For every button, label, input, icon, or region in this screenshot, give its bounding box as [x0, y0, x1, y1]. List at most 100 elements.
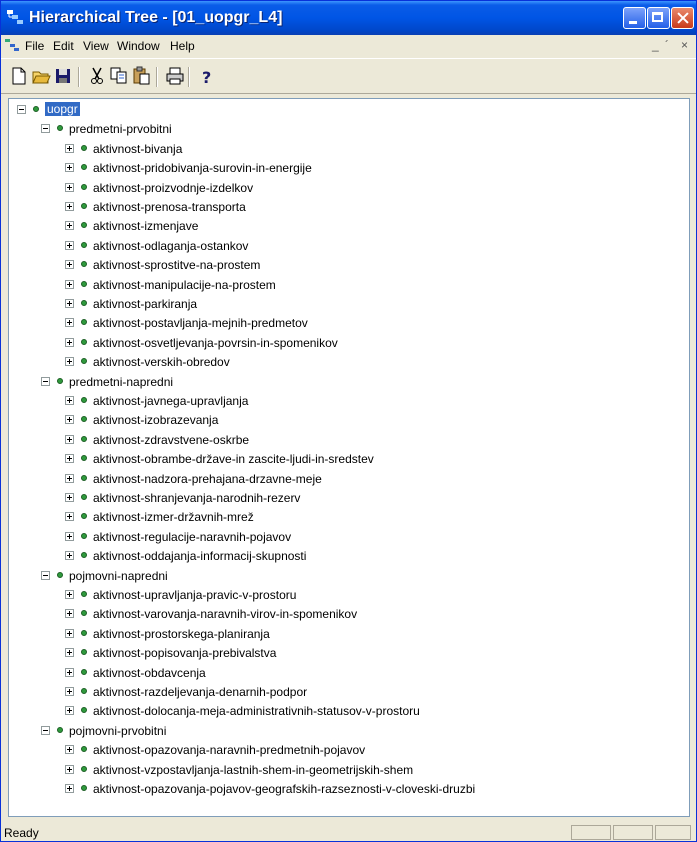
expand-icon[interactable] — [65, 299, 74, 308]
expand-icon[interactable] — [65, 221, 74, 231]
collapse-icon[interactable] — [41, 376, 50, 386]
expand-icon[interactable] — [65, 163, 74, 173]
node-label[interactable]: aktivnost-varovanja-naravnih-virov-in-sp… — [93, 607, 357, 621]
node-label[interactable]: aktivnost-javnega-upravljanja — [93, 394, 248, 408]
node-label[interactable]: aktivnost-opazovanja-naravnih-predmetnih… — [93, 743, 365, 757]
node-label[interactable]: aktivnost-dolocanja-meja-administrativni… — [93, 704, 420, 718]
node-label[interactable]: aktivnost-obrambe-države-in zascite-ljud… — [93, 452, 374, 466]
expand-icon[interactable] — [65, 357, 74, 367]
child-close-button[interactable]: × — [681, 38, 688, 52]
collapse-icon[interactable] — [17, 105, 26, 114]
node-label[interactable]: aktivnost-vzpostavljanja-lastnih-shem-in… — [93, 763, 413, 777]
expand-icon[interactable] — [65, 512, 74, 522]
print-icon[interactable] — [165, 66, 185, 86]
new-icon[interactable] — [9, 66, 29, 86]
child-minimize-button[interactable]: _ — [652, 38, 659, 52]
help-icon[interactable]: ? — [197, 66, 217, 87]
open-icon[interactable] — [31, 66, 51, 86]
node-label[interactable]: aktivnost-prenosa-transporta — [93, 200, 246, 214]
minimize-button[interactable] — [623, 7, 646, 29]
node-label[interactable]: aktivnost-zdravstvene-oskrbe — [93, 433, 249, 447]
node-label[interactable]: aktivnost-opazovanja-pojavov-geografskih… — [93, 782, 475, 796]
node-icon — [81, 397, 87, 403]
expand-icon[interactable] — [65, 784, 74, 793]
node-label[interactable]: aktivnost-prostorskega-planiranja — [93, 627, 270, 641]
node-label[interactable]: aktivnost-odlaganja-ostankov — [93, 239, 248, 253]
close-button[interactable] — [671, 7, 694, 29]
node-label[interactable]: aktivnost-izmer-državnih-mrež — [93, 510, 254, 524]
copy-icon[interactable] — [109, 66, 129, 86]
expand-icon[interactable] — [65, 396, 74, 405]
expand-icon[interactable] — [65, 454, 74, 464]
expand-icon[interactable] — [65, 648, 74, 658]
menu-edit[interactable]: Edit — [53, 39, 74, 53]
node-label[interactable]: aktivnost-obdavcenja — [93, 666, 206, 680]
node-label[interactable]: aktivnost-verskih-obredov — [93, 355, 230, 369]
document-tree-icon[interactable] — [5, 39, 19, 51]
expand-icon[interactable] — [65, 706, 74, 716]
node-label[interactable]: aktivnost-izmenjave — [93, 219, 198, 233]
expand-icon[interactable] — [65, 240, 74, 250]
node-label[interactable]: aktivnost-manipulacije-na-prostem — [93, 278, 276, 292]
status-pane — [613, 825, 653, 840]
collapse-icon[interactable] — [41, 124, 50, 134]
expand-icon[interactable] — [65, 318, 74, 328]
toolbar-separator — [188, 67, 190, 87]
child-restore-button[interactable]: ´ — [665, 38, 669, 52]
expand-icon[interactable] — [65, 609, 74, 619]
expand-icon[interactable] — [65, 182, 74, 192]
hierarchy-tree-view[interactable]: uopgr predmetni-prvobitni aktivnost-bivanj… — [8, 98, 690, 817]
expand-icon[interactable] — [65, 415, 74, 425]
expand-icon[interactable] — [65, 687, 74, 696]
menu-file[interactable]: File — [25, 39, 44, 53]
expand-icon[interactable] — [65, 473, 74, 483]
node-label[interactable]: aktivnost-oddajanja-informacij-skupnosti — [93, 549, 306, 563]
expand-icon[interactable] — [65, 764, 74, 774]
title-bar[interactable]: Hierarchical Tree - [01_uopgr_L4] — [1, 1, 696, 35]
node-label[interactable]: aktivnost-osvetljevanja-povrsin-in-spome… — [93, 336, 338, 350]
node-label[interactable]: aktivnost-proizvodnje-izdelkov — [93, 181, 253, 195]
expand-icon[interactable] — [65, 337, 74, 347]
expand-icon[interactable] — [65, 143, 74, 153]
node-label[interactable]: aktivnost-popisovanja-prebivalstva — [93, 646, 276, 660]
expand-icon[interactable] — [65, 202, 74, 211]
node-icon — [81, 746, 87, 753]
menu-help[interactable]: Help — [170, 39, 195, 53]
node-label[interactable]: aktivnost-upravljanja-pravic-v-prostoru — [93, 588, 296, 602]
node-label[interactable]: predmetni-prvobitni — [69, 122, 172, 136]
expand-icon[interactable] — [65, 745, 74, 755]
node-label[interactable]: aktivnost-shranjevanja-narodnih-rezerv — [93, 491, 300, 505]
expand-icon[interactable] — [65, 260, 74, 270]
expand-icon[interactable] — [65, 279, 74, 289]
node-icon — [57, 125, 63, 132]
node-label[interactable]: aktivnost-nadzora-prehajana-drzavne-meje — [93, 472, 322, 486]
menu-window[interactable]: Window — [117, 39, 160, 53]
paste-icon[interactable] — [131, 66, 151, 86]
expand-icon[interactable] — [65, 493, 74, 502]
expand-icon[interactable] — [65, 590, 74, 599]
node-label[interactable]: aktivnost-bivanja — [93, 142, 182, 156]
node-label[interactable]: aktivnost-sprostitve-na-prostem — [93, 258, 260, 272]
node-label[interactable]: predmetni-napredni — [69, 375, 173, 389]
expand-icon[interactable] — [65, 434, 74, 444]
save-icon[interactable] — [53, 66, 73, 86]
collapse-icon[interactable] — [41, 725, 50, 735]
menu-view[interactable]: View — [83, 39, 109, 53]
node-label[interactable]: aktivnost-regulacije-naravnih-pojavov — [93, 530, 291, 544]
maximize-button[interactable] — [647, 7, 670, 29]
node-label[interactable]: aktivnost-razdeljevanja-denarnih-podpor — [93, 685, 307, 699]
node-label[interactable]: pojmovni-prvobitni — [69, 724, 166, 738]
node-icon — [81, 455, 87, 462]
expand-icon[interactable] — [65, 551, 74, 561]
node-label[interactable]: aktivnost-parkiranja — [93, 297, 197, 311]
cut-icon[interactable] — [87, 66, 107, 86]
node-label[interactable]: aktivnost-postavljanja-mejnih-predmetov — [93, 316, 308, 330]
node-label[interactable]: aktivnost-izobrazevanja — [93, 413, 218, 427]
expand-icon[interactable] — [65, 628, 74, 638]
expand-icon[interactable] — [65, 531, 74, 541]
node-label[interactable]: aktivnost-pridobivanja-surovin-in-energi… — [93, 161, 312, 175]
collapse-icon[interactable] — [41, 570, 50, 580]
node-label[interactable]: pojmovni-napredni — [69, 569, 168, 583]
node-label[interactable]: uopgr — [45, 102, 80, 116]
expand-icon[interactable] — [65, 667, 74, 677]
